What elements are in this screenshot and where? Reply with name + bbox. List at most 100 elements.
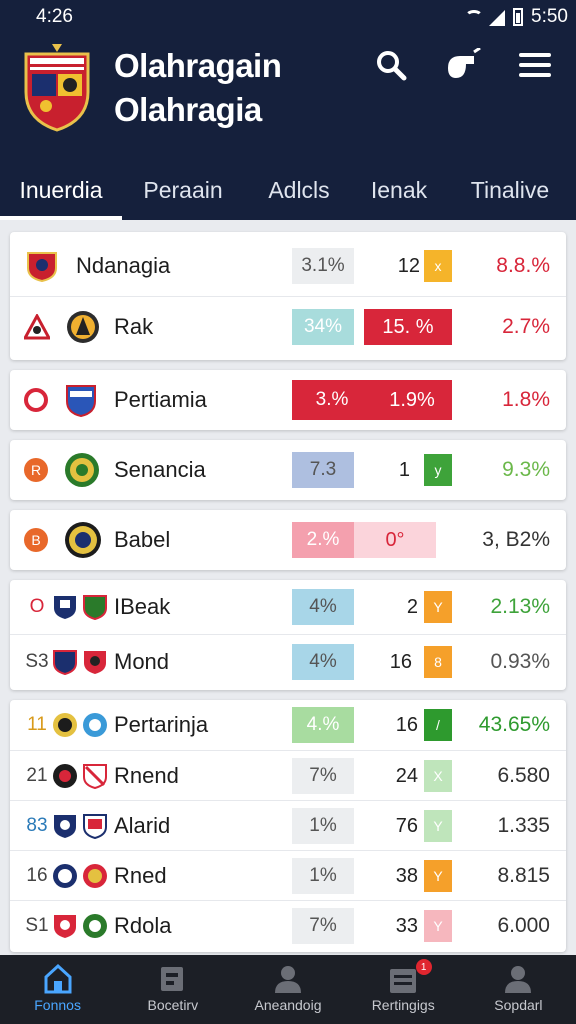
tab-peraain[interactable]: Peraain <box>122 160 244 220</box>
header-actions <box>372 46 554 84</box>
tab-tinalive[interactable]: Tinalive <box>444 160 576 220</box>
nav-profile-label: Sopdarl <box>494 997 543 1013</box>
nav-cards[interactable]: Bocetirv <box>115 955 230 1024</box>
team-crest-icon <box>54 815 76 838</box>
nav-user[interactable]: Aneandoig <box>230 955 345 1024</box>
team-name: Pertarinja <box>114 712 209 737</box>
stat-cell: 7% <box>292 758 354 794</box>
stat-percent: 2.7% <box>502 315 550 338</box>
status-bar: 4:26 5:50 <box>0 6 576 28</box>
team-crest-icon <box>83 713 107 737</box>
result-marker: Y <box>424 910 452 942</box>
nav-stats[interactable]: 1 Rertingigs <box>346 955 461 1024</box>
rank-number: S1 <box>25 915 49 936</box>
team-crest-icon <box>83 914 107 938</box>
result-marker: Y <box>424 860 452 892</box>
stat-number: 38 <box>395 864 418 887</box>
stat-percent: 8.8.% <box>496 254 550 277</box>
stat-cell: 4% <box>292 644 354 680</box>
whistle-icon[interactable] <box>444 46 482 84</box>
triangle-crest-icon <box>24 314 50 340</box>
result-marker: X <box>424 760 452 792</box>
stat-number: 1.9% <box>372 380 452 420</box>
tab-ienak[interactable]: Ienak <box>354 160 444 220</box>
table-row[interactable]: S3 Mond 4% 16 8 0.93% <box>10 634 566 688</box>
signal-icon <box>465 8 506 26</box>
team-name: Ndanagia <box>76 253 171 278</box>
rank-number: 11 <box>27 714 47 735</box>
status-right: 5:50 <box>465 6 568 28</box>
team-crest-icon <box>53 713 77 737</box>
home-icon <box>44 963 72 994</box>
stat-number: 33 <box>395 914 418 937</box>
table-row[interactable]: S1 Rdola 7% 33 Y 6.000 <box>10 900 566 950</box>
stat-cell: 2.% <box>292 522 354 558</box>
table-row[interactable]: 83 Alarid 1% 76 Y 1.335 <box>10 800 566 850</box>
stat-cell: 3.1% <box>292 248 354 284</box>
nav-home[interactable]: Fonnos <box>0 955 115 1024</box>
table-row[interactable]: Rak 34% 15. % 2.7% <box>10 296 566 356</box>
stat-cell: 1% <box>292 858 354 894</box>
table-row[interactable]: 16 Rned 1% 38 Y 8.815 <box>10 850 566 900</box>
battery-icon <box>513 8 524 26</box>
table-row[interactable]: Pertiamia 3.% 1.9% 1.8% <box>10 370 566 430</box>
rank-badge: B <box>24 528 48 552</box>
table-row[interactable]: B Babel 2.% 0° 3, B2% <box>10 510 566 570</box>
nav-profile[interactable]: Sopdarl <box>461 955 576 1024</box>
result-marker: / <box>424 709 452 741</box>
stat-cell: 4% <box>292 589 354 625</box>
table-row[interactable]: R Senancia 7.3 1 y 9.3% <box>10 440 566 500</box>
nav-user-label: Aneandoig <box>254 997 322 1013</box>
app-title-line2: Olahragia <box>114 91 262 128</box>
search-icon[interactable] <box>372 46 410 84</box>
standings-card: O IBeak 4% 2 Y 2.13% S3 Mond 4% 16 8 0.9… <box>10 580 566 690</box>
stat-cell: 7.3 <box>292 452 354 488</box>
standings-card: Pertiamia 3.% 1.9% 1.8% <box>10 370 566 430</box>
status-time: 4:26 <box>36 6 73 27</box>
stat-number: 16 <box>389 650 412 673</box>
club-crest-logo <box>24 44 90 132</box>
team-crest-icon <box>84 651 106 674</box>
standings-card: Ndanagia 3.1% 12 x 8.8.% Rak 34% 15. % 2… <box>10 232 566 360</box>
table-row[interactable]: O IBeak 4% 2 Y 2.13% <box>10 580 566 634</box>
tab-inuerdia[interactable]: Inuerdia <box>0 160 122 220</box>
stat-cell: 3.% <box>292 380 372 420</box>
stats-icon <box>390 969 417 993</box>
stat-percent: 1.335 <box>497 814 550 837</box>
stat-percent: 43.65% <box>478 713 550 736</box>
table-row[interactable]: 21 Rnend 7% 24 X 6.580 <box>10 750 566 800</box>
rank-number: S3 <box>25 651 49 672</box>
table-row[interactable]: 11 Pertarinja 4.% 16 / 43.65% <box>10 700 566 750</box>
tab-bar: Inuerdia Peraain Adlcls Ienak Tinalive <box>0 160 576 220</box>
stat-percent: 6.580 <box>497 764 550 787</box>
profile-icon <box>505 966 532 993</box>
team-crest-icon <box>67 311 99 343</box>
table-row[interactable]: Ndanagia 3.1% 12 x 8.8.% <box>10 236 566 296</box>
stat-number: 76 <box>395 814 418 837</box>
team-crest-icon <box>83 864 107 888</box>
team-crest-icon <box>83 595 107 620</box>
team-crest-icon <box>53 650 77 675</box>
standings-card: B Babel 2.% 0° 3, B2% <box>10 510 566 570</box>
status-clock: 5:50 <box>531 6 568 27</box>
stat-percent: 6.000 <box>497 914 550 937</box>
stat-number: 0° <box>354 522 436 558</box>
stat-number: 1 <box>398 458 410 481</box>
team-crest-icon <box>83 764 107 789</box>
team-crest-icon <box>83 814 107 839</box>
app-title: Olahragain Olahragia <box>114 44 282 132</box>
menu-icon[interactable] <box>516 46 554 84</box>
team-crest-icon <box>66 385 96 417</box>
tab-adlcls[interactable]: Adlcls <box>244 160 354 220</box>
app-title-line1: Olahragain <box>114 47 282 84</box>
notification-badge: 1 <box>415 959 432 975</box>
standings-card: R Senancia 7.3 1 y 9.3% <box>10 440 566 500</box>
bottom-nav: Fonnos Bocetirv Aneandoig 1 Rertingigs S… <box>0 955 576 1024</box>
result-marker: 8 <box>424 646 452 678</box>
stat-cell: 4.% <box>292 707 354 743</box>
stat-number: 12 <box>397 254 420 277</box>
rank-number: 21 <box>26 765 48 786</box>
nav-cards-label: Bocetirv <box>147 997 199 1013</box>
team-crest-icon <box>65 522 101 558</box>
stat-number: 15. % <box>364 309 452 345</box>
